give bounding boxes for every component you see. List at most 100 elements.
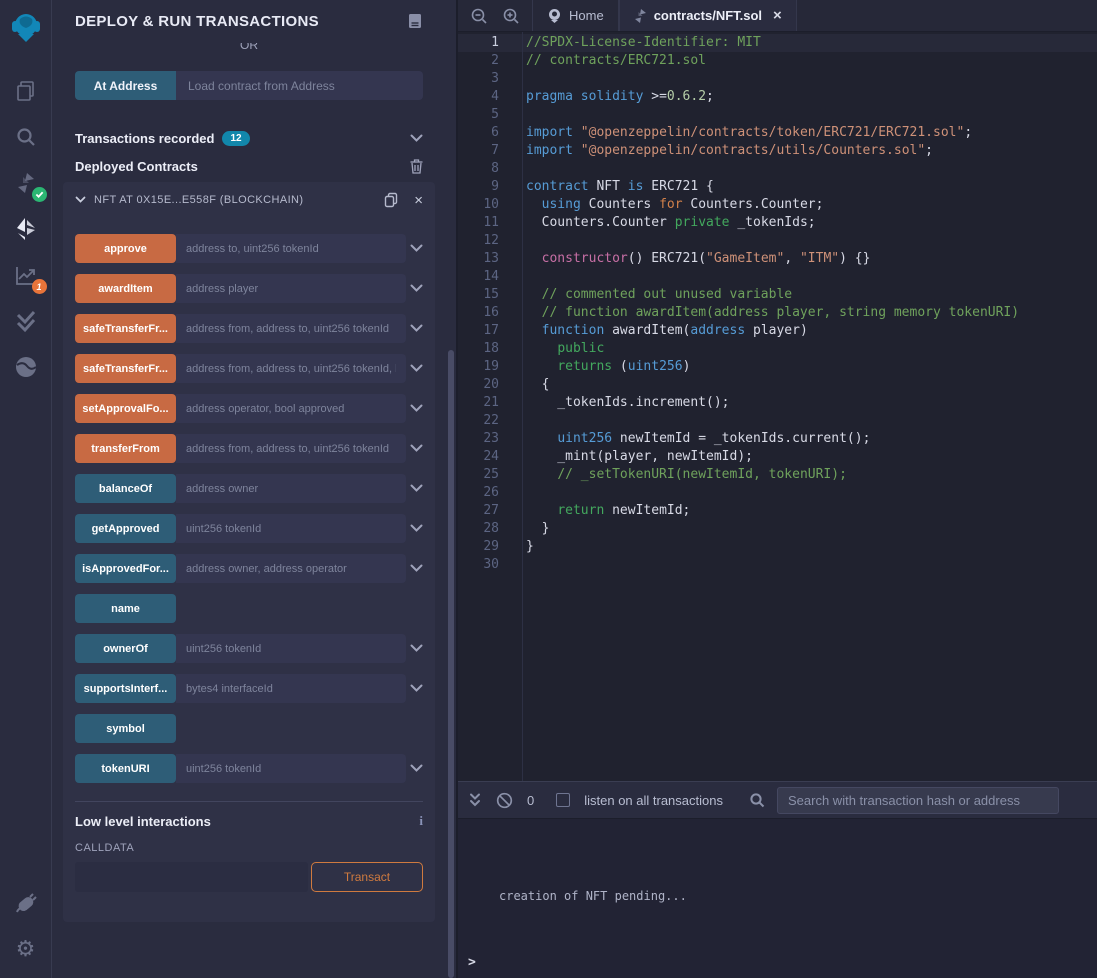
- chevron-down-icon[interactable]: [75, 196, 86, 204]
- function-button[interactable]: balanceOf: [75, 474, 176, 503]
- function-args-input[interactable]: [176, 234, 406, 263]
- code-line[interactable]: 4pragma solidity >=0.6.2;: [458, 88, 1097, 106]
- code-line[interactable]: 5: [458, 106, 1097, 124]
- function-args-input[interactable]: [176, 634, 406, 663]
- remix-logo[interactable]: [7, 8, 45, 46]
- function-button[interactable]: setApprovalFo...: [75, 394, 176, 423]
- code-editor[interactable]: 1//SPDX-License-Identifier: MIT2// contr…: [458, 32, 1097, 781]
- tab-home[interactable]: Home: [532, 0, 619, 31]
- close-contract-icon[interactable]: ×: [414, 193, 423, 208]
- code-line[interactable]: 1//SPDX-License-Identifier: MIT: [458, 34, 1097, 52]
- chevron-down-icon[interactable]: [408, 244, 423, 253]
- plugin-manager-icon[interactable]: [11, 888, 41, 918]
- listen-all-checkbox[interactable]: [556, 793, 570, 807]
- chevron-down-icon[interactable]: [408, 364, 423, 373]
- code-line[interactable]: 29}: [458, 538, 1097, 556]
- close-tab-icon[interactable]: ×: [773, 7, 782, 24]
- expand-terminal-icon[interactable]: [468, 792, 482, 808]
- chevron-down-icon[interactable]: [408, 644, 423, 653]
- code-line[interactable]: 25 // _setTokenURI(newItemId, tokenURI);: [458, 466, 1097, 484]
- trash-icon[interactable]: [410, 159, 423, 174]
- function-args-input[interactable]: [176, 554, 406, 583]
- chevron-down-icon[interactable]: [408, 444, 423, 453]
- transact-button[interactable]: Transact: [311, 862, 423, 892]
- code-line[interactable]: 8: [458, 160, 1097, 178]
- code-line[interactable]: 17 function awardItem(address player): [458, 322, 1097, 340]
- code-line[interactable]: 26: [458, 484, 1097, 502]
- code-line[interactable]: 6import "@openzeppelin/contracts/token/E…: [458, 124, 1097, 142]
- zoom-in-icon[interactable]: [502, 7, 520, 25]
- code-line[interactable]: 15 // commented out unused variable: [458, 286, 1097, 304]
- sourcify-icon[interactable]: [11, 352, 41, 382]
- chevron-down-icon[interactable]: [410, 134, 423, 143]
- function-args-input[interactable]: [176, 354, 406, 383]
- at-address-button[interactable]: At Address: [75, 71, 176, 100]
- doc-link-icon[interactable]: [407, 12, 423, 30]
- panel-scrollbar[interactable]: [448, 350, 454, 978]
- code-line[interactable]: 2// contracts/ERC721.sol: [458, 52, 1097, 70]
- function-button[interactable]: approve: [75, 234, 176, 263]
- settings-icon[interactable]: ⚙: [11, 934, 41, 964]
- chevron-down-icon[interactable]: [408, 764, 423, 773]
- calldata-input[interactable]: [75, 862, 308, 892]
- code-line[interactable]: 19 returns (uint256): [458, 358, 1097, 376]
- code-line[interactable]: 3: [458, 70, 1097, 88]
- chevron-down-icon[interactable]: [408, 404, 423, 413]
- function-args-input[interactable]: [176, 314, 406, 343]
- function-args-input[interactable]: [176, 394, 406, 423]
- code-line[interactable]: 30: [458, 556, 1097, 574]
- function-args-input[interactable]: [176, 514, 406, 543]
- function-args-input[interactable]: [176, 474, 406, 503]
- function-button[interactable]: getApproved: [75, 514, 176, 543]
- code-line[interactable]: 12: [458, 232, 1097, 250]
- code-line[interactable]: 7import "@openzeppelin/contracts/utils/C…: [458, 142, 1097, 160]
- tab-contracts-nft-sol[interactable]: contracts/NFT.sol ×: [619, 0, 797, 31]
- function-button[interactable]: ownerOf: [75, 634, 176, 663]
- chevron-down-icon[interactable]: [408, 324, 423, 333]
- code-line[interactable]: 27 return newItemId;: [458, 502, 1097, 520]
- chevron-down-icon[interactable]: [408, 284, 423, 293]
- static-analysis-icon[interactable]: 1: [11, 260, 41, 290]
- info-icon[interactable]: i: [419, 813, 423, 829]
- code-line[interactable]: 18 public: [458, 340, 1097, 358]
- terminal[interactable]: creation of NFT pending... >: [458, 819, 1097, 978]
- function-button[interactable]: symbol: [75, 714, 176, 743]
- function-button[interactable]: transferFrom: [75, 434, 176, 463]
- code-line[interactable]: 23 uint256 newItemId = _tokenIds.current…: [458, 430, 1097, 448]
- code-line[interactable]: 22: [458, 412, 1097, 430]
- function-button[interactable]: supportsInterf...: [75, 674, 176, 703]
- deploy-run-icon[interactable]: [11, 214, 41, 244]
- function-button[interactable]: awardItem: [75, 274, 176, 303]
- code-line[interactable]: 14: [458, 268, 1097, 286]
- code-line[interactable]: 16 // function awardItem(address player,…: [458, 304, 1097, 322]
- code-line[interactable]: 11 Counters.Counter private _tokenIds;: [458, 214, 1097, 232]
- clear-console-icon[interactable]: [496, 792, 513, 809]
- solidity-compiler-icon[interactable]: [11, 168, 41, 198]
- copy-address-icon[interactable]: [384, 192, 398, 208]
- code-line[interactable]: 24 _mint(player, newItemId);: [458, 448, 1097, 466]
- chevron-down-icon[interactable]: [408, 524, 423, 533]
- zoom-out-icon[interactable]: [470, 7, 488, 25]
- chevron-down-icon[interactable]: [408, 684, 423, 693]
- unit-testing-icon[interactable]: [11, 306, 41, 336]
- terminal-search-input[interactable]: [777, 787, 1059, 814]
- function-args-input[interactable]: [176, 754, 406, 783]
- code-line[interactable]: 21 _tokenIds.increment();: [458, 394, 1097, 412]
- function-button[interactable]: safeTransferFr...: [75, 354, 176, 383]
- code-line[interactable]: 10 using Counters for Counters.Counter;: [458, 196, 1097, 214]
- function-button[interactable]: safeTransferFr...: [75, 314, 176, 343]
- at-address-input[interactable]: [176, 71, 423, 100]
- function-button[interactable]: tokenURI: [75, 754, 176, 783]
- function-button[interactable]: name: [75, 594, 176, 623]
- search-icon[interactable]: [11, 122, 41, 152]
- function-args-input[interactable]: [176, 674, 406, 703]
- code-line[interactable]: 28 }: [458, 520, 1097, 538]
- file-explorer-icon[interactable]: [11, 76, 41, 106]
- code-line[interactable]: 9contract NFT is ERC721 {: [458, 178, 1097, 196]
- function-args-input[interactable]: [176, 274, 406, 303]
- function-button[interactable]: isApprovedFor...: [75, 554, 176, 583]
- code-line[interactable]: 20 {: [458, 376, 1097, 394]
- chevron-down-icon[interactable]: [408, 564, 423, 573]
- code-line[interactable]: 13 constructor() ERC721("GameItem", "ITM…: [458, 250, 1097, 268]
- chevron-down-icon[interactable]: [408, 484, 423, 493]
